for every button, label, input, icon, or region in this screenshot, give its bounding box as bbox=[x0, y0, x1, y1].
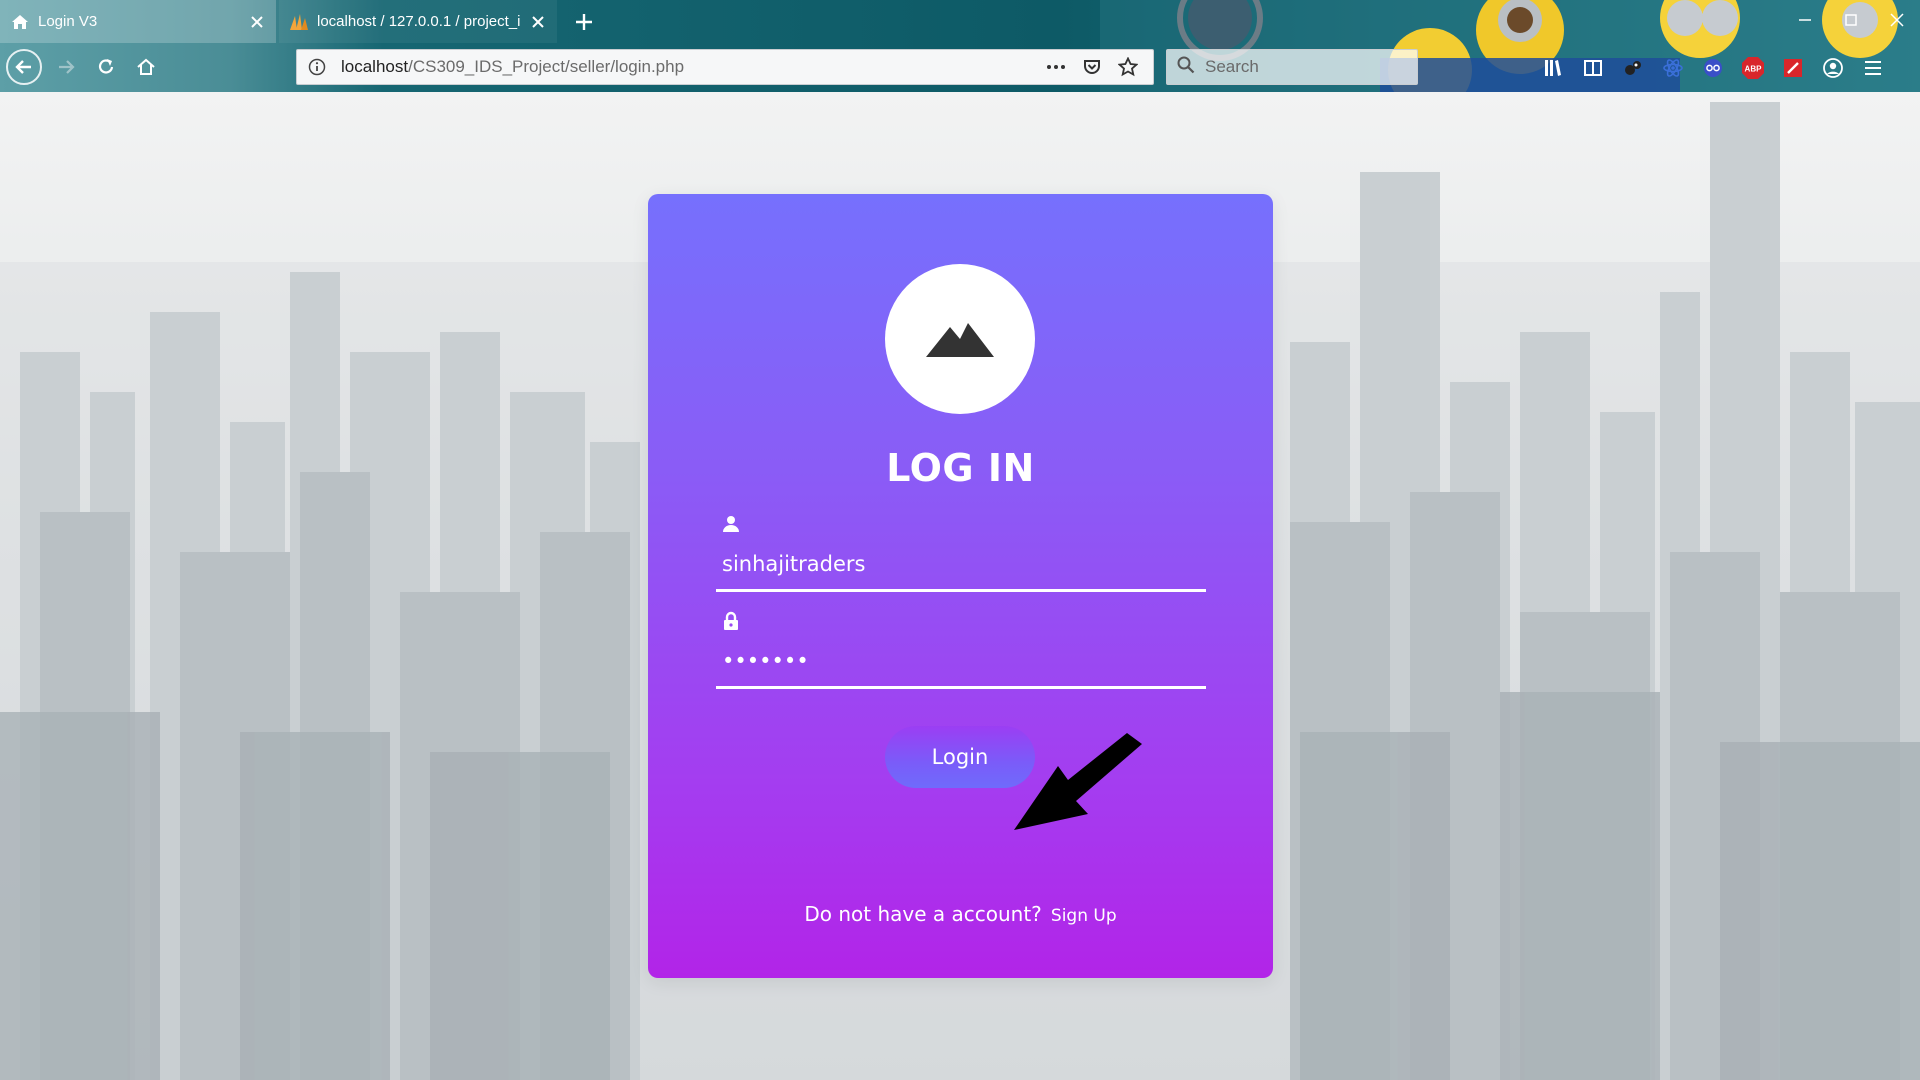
minimize-icon bbox=[1799, 19, 1811, 21]
home-icon bbox=[10, 12, 30, 32]
tab-title: Login V3 bbox=[38, 13, 98, 30]
more-actions-button[interactable] bbox=[1041, 52, 1071, 82]
page-viewport: LOG IN Login Do not have a account? Sign… bbox=[0, 92, 1920, 1080]
tab-phpmyadmin[interactable]: localhost / 127.0.0.1 / project_i bbox=[279, 0, 557, 43]
menu-icon[interactable] bbox=[1860, 55, 1886, 81]
new-tab-button[interactable] bbox=[570, 8, 598, 36]
ellipsis-icon bbox=[1047, 65, 1065, 69]
mountain-icon bbox=[926, 323, 994, 357]
signup-prompt: Do not have a account? bbox=[804, 902, 1042, 926]
forward-arrow-icon bbox=[59, 60, 75, 74]
url-path: /CS309_IDS_Project/seller/login.php bbox=[408, 57, 685, 76]
glasses-icon[interactable] bbox=[1700, 55, 1726, 81]
back-button[interactable] bbox=[6, 49, 42, 85]
browser-chrome: Login V3 localhost / 127.0.0.1 / project… bbox=[0, 0, 1920, 92]
close-icon bbox=[1890, 13, 1904, 27]
toolbar-icons: ABP bbox=[1540, 55, 1886, 81]
address-bar[interactable]: localhost/CS309_IDS_Project/seller/login… bbox=[296, 49, 1154, 85]
plus-icon bbox=[576, 14, 592, 30]
bookmark-button[interactable] bbox=[1113, 52, 1143, 82]
tab-title: localhost / 127.0.0.1 / project_i bbox=[317, 13, 521, 30]
atom-icon[interactable] bbox=[1660, 55, 1686, 81]
back-arrow-icon bbox=[15, 60, 31, 74]
password-field bbox=[716, 609, 1206, 689]
library-icon[interactable] bbox=[1540, 55, 1566, 81]
forward-button[interactable] bbox=[48, 49, 84, 85]
annotation-arrow bbox=[1014, 733, 1142, 830]
svg-text:ABP: ABP bbox=[1745, 65, 1763, 74]
info-icon[interactable] bbox=[307, 57, 327, 77]
account-icon[interactable] bbox=[1820, 55, 1846, 81]
password-input[interactable] bbox=[722, 643, 1192, 679]
url-host: localhost bbox=[341, 57, 409, 76]
minimize-button[interactable] bbox=[1782, 0, 1828, 40]
window-controls bbox=[1782, 0, 1920, 40]
pocket-button[interactable] bbox=[1077, 52, 1107, 82]
username-field bbox=[716, 512, 1206, 592]
maximize-icon bbox=[1845, 14, 1857, 26]
maximize-button[interactable] bbox=[1828, 0, 1874, 40]
extension-icon[interactable] bbox=[1620, 55, 1646, 81]
username-input[interactable] bbox=[722, 546, 1192, 582]
phpmyadmin-icon bbox=[289, 12, 309, 32]
reload-button[interactable] bbox=[88, 49, 124, 85]
home-icon bbox=[137, 58, 155, 75]
signup-row: Do not have a account? Sign Up bbox=[648, 902, 1273, 926]
search-placeholder: Search bbox=[1205, 57, 1259, 76]
search-bar[interactable]: Search bbox=[1166, 49, 1418, 85]
reader-icon[interactable] bbox=[1580, 55, 1606, 81]
lock-icon bbox=[720, 609, 742, 633]
home-button[interactable] bbox=[128, 49, 164, 85]
logo bbox=[885, 264, 1035, 414]
adblock-icon[interactable]: ABP bbox=[1740, 55, 1766, 81]
login-card: LOG IN Login Do not have a account? Sign… bbox=[648, 194, 1273, 978]
reload-icon bbox=[98, 59, 114, 74]
login-title: LOG IN bbox=[886, 446, 1035, 490]
tab-login[interactable]: Login V3 bbox=[0, 0, 276, 43]
star-icon bbox=[1118, 57, 1138, 77]
pocket-icon bbox=[1084, 60, 1100, 74]
close-icon[interactable] bbox=[248, 13, 266, 31]
navigation-bar: localhost/CS309_IDS_Project/seller/login… bbox=[0, 43, 1920, 92]
url-text[interactable]: localhost/CS309_IDS_Project/seller/login… bbox=[341, 57, 1035, 77]
signup-link[interactable]: Sign Up bbox=[1051, 906, 1117, 926]
close-window-button[interactable] bbox=[1874, 0, 1920, 40]
close-icon[interactable] bbox=[529, 13, 547, 31]
pdf-icon[interactable] bbox=[1780, 55, 1806, 81]
tab-bar: Login V3 localhost / 127.0.0.1 / project… bbox=[0, 0, 1920, 43]
user-icon bbox=[720, 512, 742, 536]
search-icon bbox=[1177, 56, 1195, 78]
